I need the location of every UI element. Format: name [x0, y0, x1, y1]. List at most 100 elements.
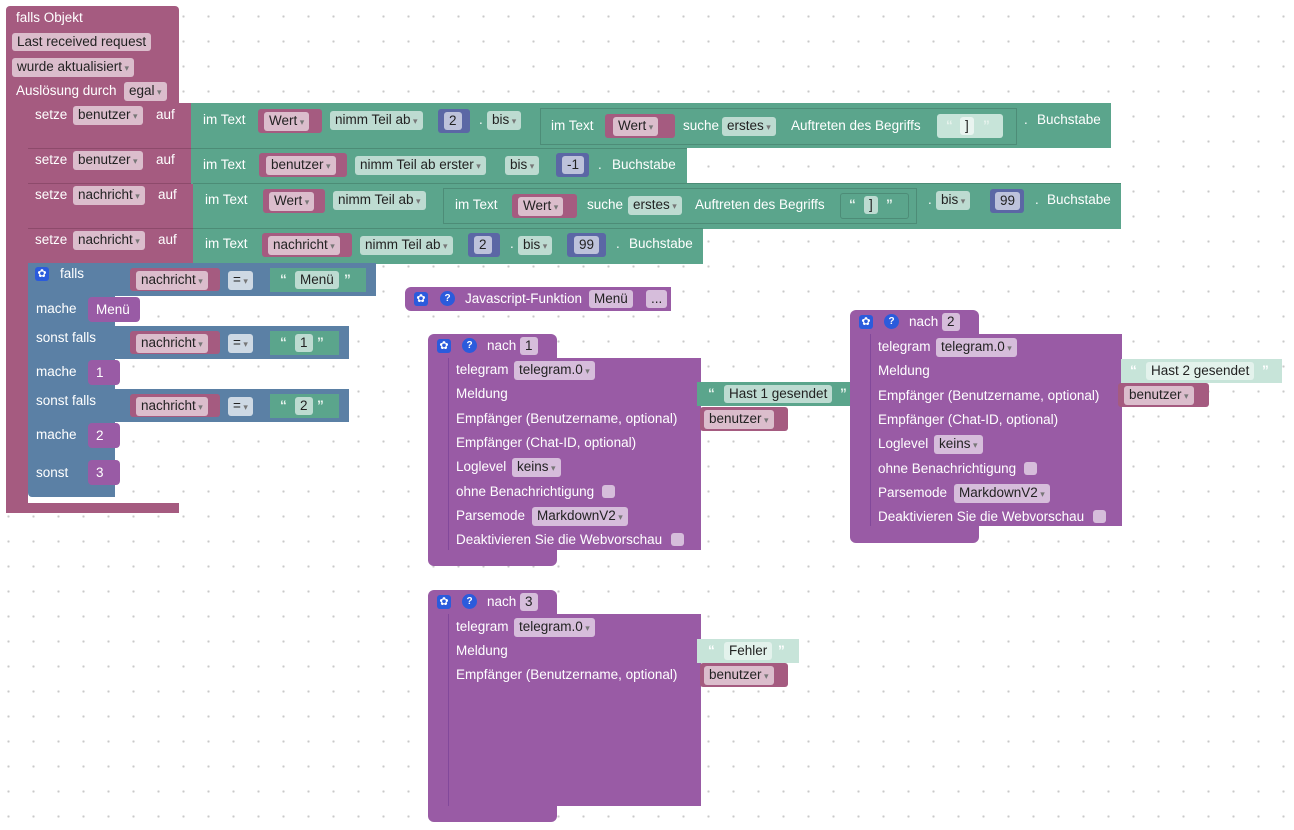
substring-mode-dropdown[interactable]: nimm Teil ab [330, 111, 423, 130]
in-text-label: im Text [205, 192, 248, 207]
function-name-field[interactable]: 3 [520, 593, 538, 611]
variable-dropdown[interactable]: nachricht [136, 271, 208, 290]
variable-dropdown[interactable]: nachricht [73, 186, 145, 205]
function-call-1[interactable] [88, 360, 120, 385]
recipient-chat-label: Empfänger (Chat-ID, optional) [456, 435, 637, 450]
substring-mode-dropdown[interactable]: nimm Teil ab [360, 236, 453, 255]
variable-dropdown[interactable]: nachricht [73, 231, 145, 250]
gear-icon[interactable]: ✿ [437, 595, 451, 609]
function-call-label: Menü [96, 302, 130, 317]
variable-dropdown[interactable]: Wert [269, 192, 315, 211]
substring-mode-dropdown[interactable]: nimm Teil ab erster [355, 156, 486, 175]
telegram-instance-dropdown[interactable]: telegram.0 [936, 338, 1017, 357]
function-label: nach [909, 314, 939, 329]
message-label: Meldung [456, 386, 508, 401]
function-call-2[interactable] [88, 423, 120, 448]
gear-icon[interactable]: ✿ [414, 292, 428, 306]
condition-dropdown[interactable]: wurde aktualisiert [12, 58, 135, 77]
compare-operator-dropdown[interactable]: = [228, 271, 253, 290]
occurrence-dropdown[interactable]: erstes [628, 196, 682, 215]
text-field[interactable]: ] [960, 117, 974, 135]
quote-close-icon: ” [344, 272, 351, 287]
letter-label: Buchstabe [612, 157, 676, 172]
function-nach-3[interactable]: ✿ ? nach 3 telegram telegram.0 Meldung E… [428, 590, 828, 830]
variable-dropdown[interactable]: Wert [518, 197, 564, 216]
loglevel-dropdown[interactable]: keins [934, 435, 983, 454]
loglevel-dropdown[interactable]: keins [512, 458, 561, 477]
variable-dropdown[interactable]: nachricht [136, 397, 208, 416]
text-field[interactable]: Hast 1 gesendet [724, 385, 833, 403]
function-name-field[interactable]: 2 [942, 313, 960, 331]
variable-dropdown[interactable]: benutzer [266, 156, 336, 175]
text-field[interactable]: 1 [295, 334, 313, 352]
quote-open-icon: “ [280, 335, 287, 350]
variable-dropdown[interactable]: Wert [613, 117, 659, 136]
to-mode-dropdown[interactable]: bis [936, 191, 971, 210]
parsemode-dropdown[interactable]: MarkdownV2 [532, 507, 628, 526]
number-field[interactable]: 99 [995, 192, 1021, 210]
do-label: mache [36, 301, 77, 316]
telegram-instance-dropdown[interactable]: telegram.0 [514, 618, 595, 637]
number-field[interactable]: 99 [574, 236, 600, 254]
object-field[interactable]: Last received request [12, 33, 152, 51]
else-label: sonst [36, 465, 69, 480]
recipient-user-label: Empfänger (Benutzername, optional) [878, 388, 1100, 403]
variable-dropdown[interactable]: nachricht [136, 334, 208, 353]
help-icon[interactable]: ? [462, 338, 477, 353]
quote-close-icon: ” [840, 386, 847, 401]
occurrence-label: Auftreten des Begriffs [695, 197, 825, 212]
silent-label: ohne Benachrichtigung [878, 461, 1017, 476]
variable-dropdown[interactable]: benutzer [73, 151, 143, 170]
number-field[interactable]: -1 [562, 156, 585, 174]
to-mode-dropdown[interactable]: bis [487, 111, 522, 130]
parsemode-label: Parsemode [456, 508, 526, 523]
no-preview-checkbox[interactable] [1093, 510, 1106, 523]
silent-checkbox[interactable] [602, 485, 615, 498]
telegram-instance-dropdown[interactable]: telegram.0 [514, 361, 595, 380]
dot: . [616, 236, 620, 251]
silent-label: ohne Benachrichtigung [456, 484, 595, 499]
number-field[interactable]: 2 [444, 112, 462, 130]
trigger-dropdown[interactable]: egal [124, 82, 167, 101]
occurrence-dropdown[interactable]: erstes [722, 117, 776, 136]
do-label: mache [36, 364, 77, 379]
gear-icon[interactable]: ✿ [437, 339, 451, 353]
text-field[interactable]: ] [864, 196, 878, 214]
to-mode-dropdown[interactable]: bis [518, 236, 553, 255]
help-icon[interactable]: ? [440, 291, 455, 306]
edit-code-button[interactable]: ... [646, 290, 668, 308]
variable-dropdown[interactable]: nachricht [268, 236, 340, 255]
function-name-field[interactable]: Menü [589, 290, 633, 308]
text-field[interactable]: 2 [295, 397, 313, 415]
to-mode-dropdown[interactable]: bis [505, 156, 540, 175]
variable-dropdown[interactable]: Wert [264, 112, 310, 131]
gear-icon[interactable]: ✿ [35, 267, 49, 281]
text-field[interactable]: Hast 2 gesendet [1146, 362, 1255, 380]
function-nach-1[interactable]: ✿ ? nach 1 telegram telegram.0 Meldung E… [428, 334, 860, 574]
variable-dropdown[interactable]: benutzer [704, 666, 774, 685]
function-name-field[interactable]: 1 [520, 337, 538, 355]
variable-dropdown[interactable]: benutzer [73, 106, 143, 125]
in-text-label: im Text [455, 197, 498, 212]
no-preview-checkbox[interactable] [671, 533, 684, 546]
function-nach-2[interactable]: ✿ ? nach 2 telegram telegram.0 Meldung E… [850, 310, 1294, 550]
function-call-3[interactable] [88, 460, 120, 485]
parsemode-dropdown[interactable]: MarkdownV2 [954, 484, 1050, 503]
substring-mode-dropdown[interactable]: nimm Teil ab [333, 191, 426, 210]
compare-operator-dropdown[interactable]: = [228, 334, 253, 353]
variable-dropdown[interactable]: benutzer [1124, 386, 1194, 405]
gear-icon[interactable]: ✿ [859, 315, 873, 329]
text-field[interactable]: Fehler [724, 642, 773, 660]
number-field[interactable]: 2 [474, 236, 492, 254]
quote-close-icon: ” [886, 197, 893, 212]
variable-dropdown[interactable]: benutzer [704, 410, 774, 429]
in-text-label: im Text [551, 118, 594, 133]
search-label: suche [683, 118, 720, 133]
text-field[interactable]: Menü [295, 271, 339, 289]
help-icon[interactable]: ? [884, 314, 899, 329]
compare-operator-dropdown[interactable]: = [228, 397, 253, 416]
help-icon[interactable]: ? [462, 594, 477, 609]
silent-checkbox[interactable] [1024, 462, 1037, 475]
no-preview-label: Deaktivieren Sie die Webvorschau [878, 509, 1085, 524]
dot: . [510, 236, 514, 251]
